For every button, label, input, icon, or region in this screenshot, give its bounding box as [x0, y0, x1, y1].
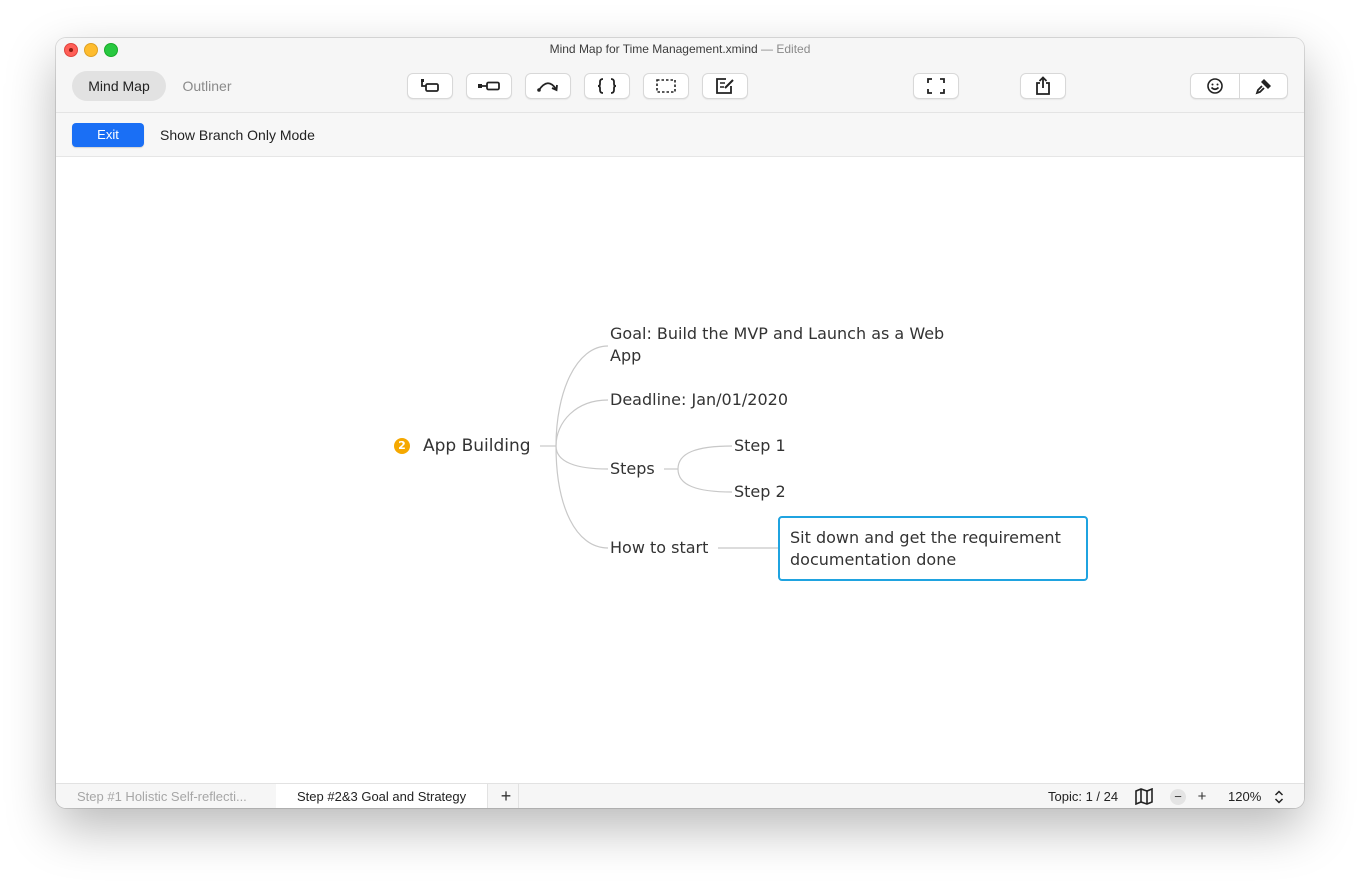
topic-step-2[interactable]: Step 2	[734, 481, 786, 503]
relationship-button[interactable]	[525, 73, 571, 99]
mind-map-canvas[interactable]: 2 App Building Goal: Build the MVP and L…	[56, 157, 1304, 783]
goal-connector	[555, 345, 609, 447]
priority-2-icon: 2	[394, 438, 410, 454]
topic-button[interactable]	[407, 73, 453, 99]
zoom-in-button[interactable]: +	[1194, 789, 1210, 805]
sheet-tab-step-1[interactable]: Step #1 Holistic Self-reflecti...	[56, 784, 277, 808]
step2-connector	[677, 468, 733, 493]
summary-button[interactable]	[643, 73, 689, 99]
sticker-button[interactable]	[1191, 74, 1240, 98]
howto-connector	[555, 445, 609, 549]
topic-selected-requirement[interactable]: Sit down and get the requirement documen…	[778, 516, 1088, 581]
status-bar: Step #1 Holistic Self-reflecti... Step #…	[56, 783, 1304, 808]
map-icon[interactable]	[1134, 788, 1154, 805]
deadline-connector	[555, 399, 609, 447]
note-button[interactable]	[702, 73, 748, 99]
topic-how-to-start[interactable]: How to start	[610, 537, 708, 559]
share-icon	[1036, 76, 1050, 95]
topic-step-1[interactable]: Step 1	[734, 435, 786, 457]
add-sheet-button[interactable]: +	[494, 784, 519, 808]
chevron-up-down-icon[interactable]	[1274, 789, 1284, 805]
zen-mode-icon	[927, 78, 945, 94]
central-topic[interactable]: 2 App Building	[394, 435, 531, 457]
app-window: Mind Map for Time Management.xmind — Edi…	[56, 38, 1304, 808]
step1-connector	[677, 445, 733, 470]
topic-deadline[interactable]: Deadline: Jan/01/2020	[610, 389, 788, 411]
topic-icon	[421, 79, 439, 92]
format-brush-icon	[1255, 79, 1271, 95]
topic-count: Topic: 1 / 24	[1048, 789, 1119, 804]
zoom-level[interactable]: 120%	[1228, 784, 1261, 808]
central-topic-label: App Building	[423, 436, 531, 456]
format-button[interactable]	[1240, 74, 1288, 98]
branch-mode-label: Show Branch Only Mode	[160, 127, 315, 143]
window-title: Mind Map for Time Management.xmind — Edi…	[56, 42, 1304, 56]
boundary-icon	[597, 78, 617, 94]
mind-map-view-button[interactable]: Mind Map	[72, 71, 166, 101]
relationship-icon	[537, 82, 558, 92]
document-name: Mind Map for Time Management.xmind	[549, 42, 758, 56]
connector-lines	[540, 345, 778, 549]
note-icon	[716, 78, 734, 94]
summary-icon	[656, 79, 676, 93]
branch-mode-bar: Exit Show Branch Only Mode	[56, 113, 1304, 157]
edited-status: — Edited	[761, 42, 811, 56]
outliner-view-button[interactable]: Outliner	[168, 71, 246, 101]
format-panel-group	[1190, 73, 1288, 99]
share-button[interactable]	[1020, 73, 1066, 99]
topic-steps[interactable]: Steps	[610, 458, 655, 480]
steps-connector	[555, 445, 609, 470]
zen-mode-button[interactable]	[913, 73, 959, 99]
subtopic-icon	[478, 81, 500, 91]
boundary-button[interactable]	[584, 73, 630, 99]
zoom-out-button[interactable]: −	[1170, 789, 1186, 805]
title-bar: Mind Map for Time Management.xmind — Edi…	[56, 38, 1304, 113]
sticker-icon	[1207, 78, 1223, 94]
topic-goal[interactable]: Goal: Build the MVP and Launch as a Web …	[610, 323, 970, 367]
sheet-tab-step-2-3[interactable]: Step #2&3 Goal and Strategy	[276, 784, 489, 808]
exit-branch-mode-button[interactable]: Exit	[72, 123, 144, 147]
subtopic-button[interactable]	[466, 73, 512, 99]
